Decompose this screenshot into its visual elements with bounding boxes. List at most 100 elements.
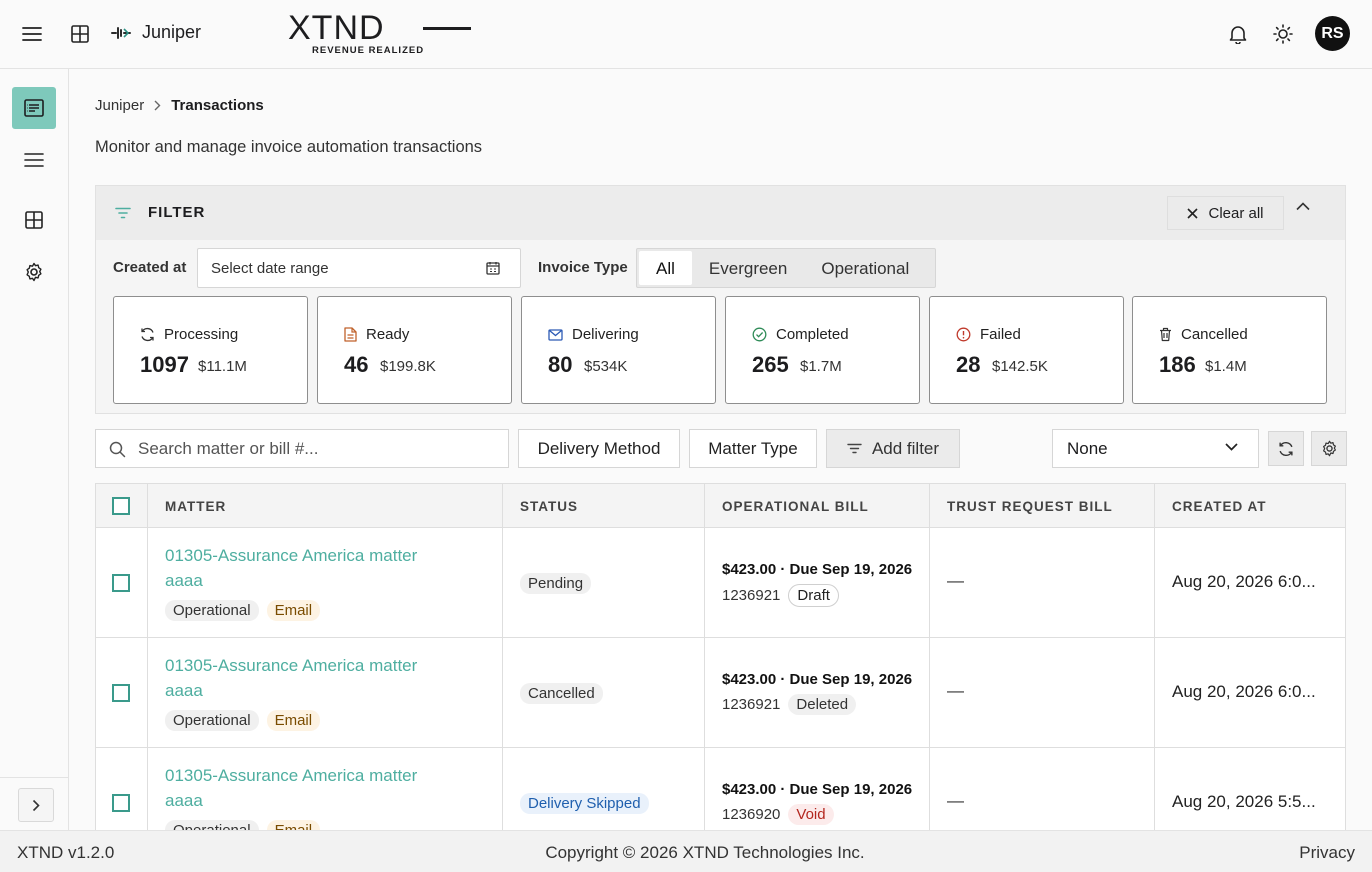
breadcrumb-current: Transactions bbox=[171, 97, 264, 114]
sidebar-item-grid[interactable] bbox=[12, 199, 56, 241]
refresh-button[interactable] bbox=[1268, 431, 1304, 466]
column-header-matter[interactable]: MATTER bbox=[165, 499, 226, 514]
check-circle-icon bbox=[752, 327, 767, 342]
delivery-tag: Email bbox=[266, 820, 321, 830]
matter-link[interactable]: 01305-Assurance America matter aaaa bbox=[165, 653, 455, 703]
sun-icon[interactable] bbox=[1271, 22, 1295, 46]
delivery-tag: Email bbox=[266, 710, 321, 731]
collapse-filter-button[interactable] bbox=[1296, 202, 1310, 211]
row-checkbox[interactable] bbox=[112, 684, 130, 702]
invoice-type-all[interactable]: All bbox=[639, 251, 692, 285]
chevron-right-icon bbox=[32, 799, 40, 811]
invoice-type-operational[interactable]: Operational bbox=[804, 251, 926, 285]
stat-amount: $199.8K bbox=[380, 358, 436, 375]
stat-card-cancelled[interactable]: Cancelled 186 $1.4M bbox=[1132, 296, 1327, 404]
bill-number: 1236920 bbox=[722, 806, 781, 823]
table-row[interactable]: 01305-Assurance America matter aaaa Oper… bbox=[96, 638, 1345, 748]
stat-card-processing[interactable]: Processing 1097 $11.1M bbox=[113, 296, 308, 404]
clear-all-label: Clear all bbox=[1208, 204, 1264, 222]
matter-type-button[interactable]: Matter Type bbox=[689, 429, 817, 468]
row-checkbox[interactable] bbox=[112, 574, 130, 592]
group-by-select[interactable]: None bbox=[1052, 429, 1259, 468]
date-range-input[interactable]: Select date range bbox=[197, 248, 521, 288]
stat-card-ready[interactable]: Ready 46 $199.8K bbox=[317, 296, 512, 404]
grid-icon bbox=[25, 211, 43, 229]
apps-grid-icon[interactable] bbox=[68, 22, 92, 46]
privacy-link[interactable]: Privacy bbox=[1299, 843, 1355, 863]
delivery-method-button[interactable]: Delivery Method bbox=[518, 429, 680, 468]
stat-label: Completed bbox=[776, 326, 849, 343]
stat-count: 46 bbox=[344, 352, 369, 377]
row-checkbox[interactable] bbox=[112, 794, 130, 812]
stat-label: Ready bbox=[366, 326, 410, 343]
user-avatar[interactable]: RS bbox=[1315, 16, 1350, 51]
bell-icon[interactable] bbox=[1226, 22, 1250, 46]
stat-amount: $11.1M bbox=[198, 358, 247, 375]
trust-request-bill: — bbox=[947, 681, 964, 700]
receipt-list-icon bbox=[24, 99, 44, 117]
stat-card-failed[interactable]: Failed 28 $142.5K bbox=[929, 296, 1124, 404]
menu-icon[interactable] bbox=[20, 22, 44, 46]
sidebar-item-transactions[interactable] bbox=[12, 87, 56, 129]
sidebar-item-list[interactable] bbox=[12, 139, 56, 181]
refresh-icon bbox=[1279, 441, 1293, 456]
matter-tags: Operational Email bbox=[165, 820, 321, 830]
matter-link[interactable]: 01305-Assurance America matter aaaa bbox=[165, 543, 455, 593]
filter-title: FILTER bbox=[148, 204, 206, 221]
column-header-created-at[interactable]: CREATED AT bbox=[1172, 499, 1267, 514]
column-header-operational-bill[interactable]: OPERATIONAL BILL bbox=[722, 499, 869, 514]
clear-all-button[interactable]: Clear all bbox=[1167, 196, 1284, 230]
stat-count: 1097 bbox=[140, 352, 189, 377]
breadcrumb-parent[interactable]: Juniper bbox=[95, 97, 144, 114]
search-icon bbox=[109, 441, 126, 458]
breadcrumb: Juniper Transactions bbox=[95, 97, 264, 114]
copyright: Copyright © 2026 XTND Technologies Inc. bbox=[545, 843, 865, 862]
stat-label: Delivering bbox=[572, 326, 639, 343]
bill-number: 1236921 bbox=[722, 696, 781, 713]
trust-request-bill: — bbox=[947, 571, 964, 590]
date-range-placeholder: Select date range bbox=[211, 260, 329, 277]
status-badge: Pending bbox=[520, 573, 592, 594]
logo-tagline: REVENUE REALIZED bbox=[312, 45, 425, 56]
sidebar-item-settings[interactable] bbox=[12, 251, 56, 293]
add-filter-button[interactable]: Add filter bbox=[826, 429, 960, 468]
stat-label: Processing bbox=[164, 326, 239, 343]
operational-bill: $423.00 · Due Sep 19, 2026 1236921 Delet… bbox=[722, 671, 912, 715]
list-icon bbox=[24, 153, 44, 167]
group-by-value: None bbox=[1067, 438, 1108, 458]
bill-state-badge: Void bbox=[788, 804, 834, 825]
sidebar bbox=[0, 69, 69, 830]
stat-amount: $1.7M bbox=[800, 358, 842, 375]
created-at-label: Created at bbox=[113, 259, 187, 276]
select-all-checkbox[interactable] bbox=[112, 497, 130, 515]
document-icon bbox=[344, 327, 357, 342]
stat-card-delivering[interactable]: Delivering 80 $534K bbox=[521, 296, 716, 404]
search-box bbox=[95, 429, 509, 468]
search-input[interactable] bbox=[138, 430, 498, 467]
bill-amount: $423.00 · Due Sep 19, 2026 bbox=[722, 671, 913, 688]
bill-state-badge: Deleted bbox=[788, 694, 857, 715]
table-settings-button[interactable] bbox=[1311, 431, 1347, 466]
matter-link[interactable]: 01305-Assurance America matter aaaa bbox=[165, 763, 455, 813]
created-at: Aug 20, 2026 6:0... bbox=[1172, 572, 1316, 591]
chevron-up-icon bbox=[1296, 202, 1310, 211]
filter-panel: FILTER Clear all Created at Select date … bbox=[95, 185, 1346, 414]
gear-icon bbox=[26, 262, 42, 282]
table-row[interactable]: 01305-Assurance America matter aaaa Oper… bbox=[96, 528, 1345, 638]
invoice-type-evergreen[interactable]: Evergreen bbox=[692, 251, 804, 285]
stat-amount: $534K bbox=[584, 358, 628, 375]
column-header-trust-request-bill[interactable]: TRUST REQUEST BILL bbox=[947, 499, 1113, 514]
operational-bill: $423.00 · Due Sep 19, 2026 1236921 Draft bbox=[722, 561, 912, 607]
table-row[interactable]: 01305-Assurance America matter aaaa Oper… bbox=[96, 748, 1345, 830]
stat-card-completed[interactable]: Completed 265 $1.7M bbox=[725, 296, 920, 404]
operational-bill: $423.00 · Due Sep 19, 2026 1236920 Void bbox=[722, 781, 912, 825]
filter-header[interactable]: FILTER Clear all bbox=[96, 186, 1345, 240]
column-header-status[interactable]: STATUS bbox=[520, 499, 578, 514]
app-brand[interactable]: Juniper bbox=[110, 22, 201, 43]
transactions-table: MATTER STATUS OPERATIONAL BILL TRUST REQ… bbox=[95, 483, 1346, 830]
expand-sidebar-button[interactable] bbox=[18, 788, 54, 822]
filter-lines-icon bbox=[115, 207, 131, 219]
bill-number: 1236921 bbox=[722, 587, 781, 604]
chevron-right-icon bbox=[154, 100, 161, 111]
juniper-logo-icon bbox=[111, 26, 131, 39]
